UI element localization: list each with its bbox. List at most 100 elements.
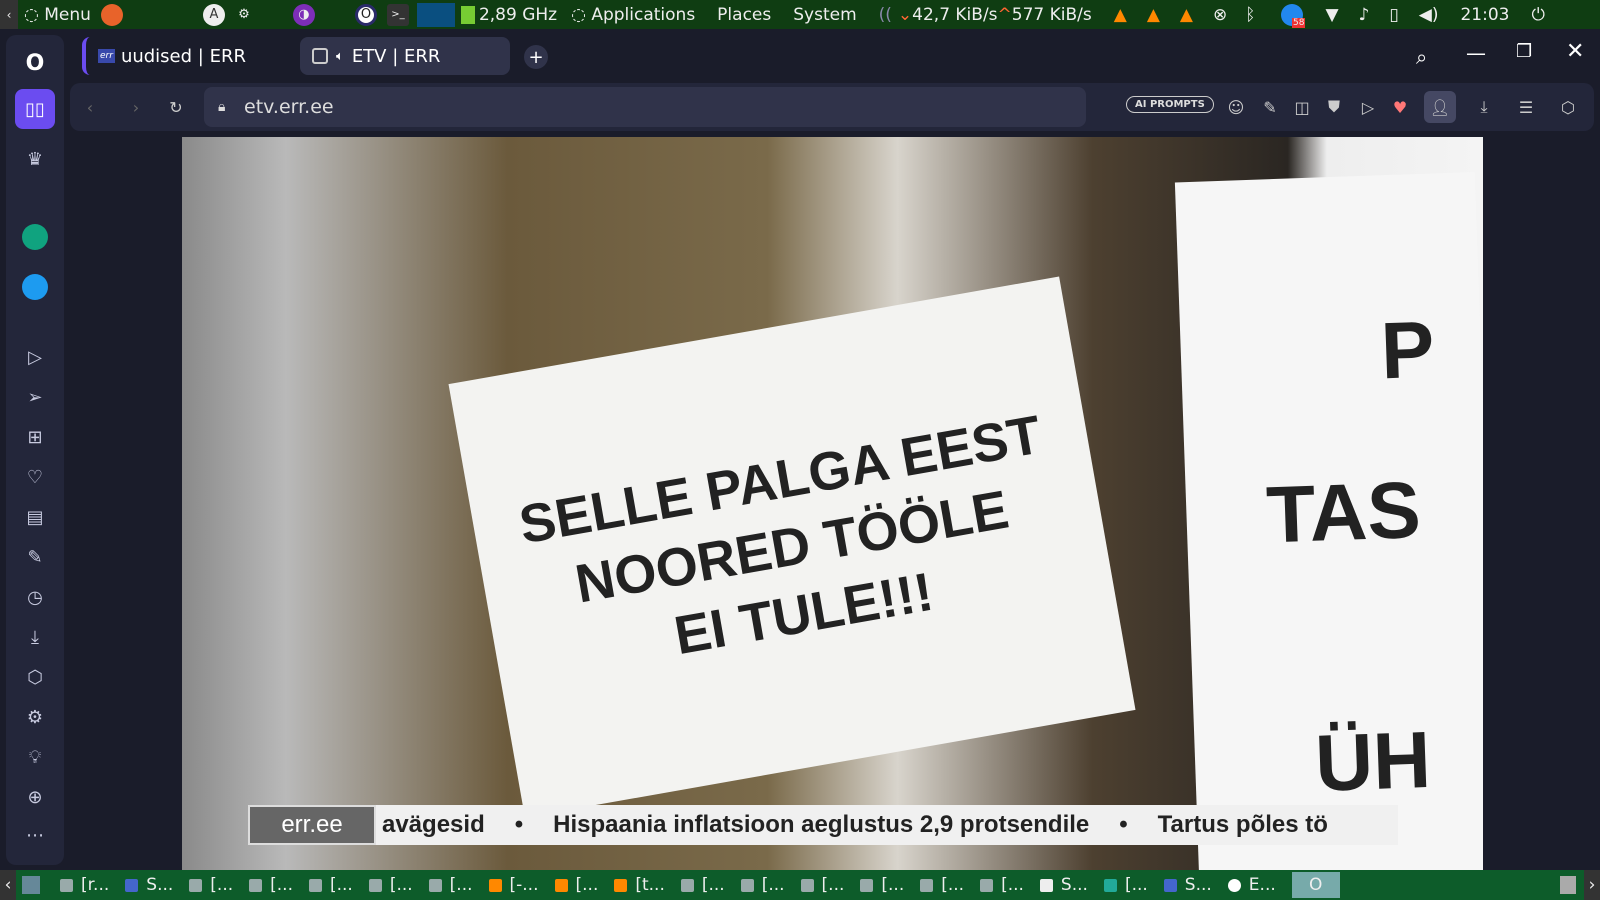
vpn-shield-icon[interactable]: ⛊: [1320, 93, 1348, 121]
menu-button[interactable]: ◌ Menu: [24, 5, 91, 25]
tips-icon[interactable]: 💡︎: [15, 737, 55, 777]
cpu-frequency[interactable]: 2,89 GHz: [479, 5, 557, 25]
show-desktop-icon[interactable]: [22, 876, 40, 894]
taskbar-item[interactable]: [...: [920, 875, 964, 895]
xmark-circle-icon[interactable]: ⊗: [1213, 5, 1227, 25]
snapshot-edit-icon[interactable]: ✎: [1256, 93, 1284, 121]
battery-icon[interactable]: ▯: [1389, 5, 1398, 25]
clock[interactable]: 21:03: [1460, 5, 1509, 25]
history-icon[interactable]: ◷: [15, 577, 55, 617]
places-menu[interactable]: Places: [717, 5, 771, 25]
download-icon[interactable]: ⤓: [1470, 93, 1498, 121]
player-icon[interactable]: ▷: [15, 337, 55, 377]
taskbar-item[interactable]: [...: [368, 875, 413, 895]
sign-text: TAS: [1264, 465, 1423, 560]
emoji-icon[interactable]: ☺: [1222, 93, 1250, 121]
taskbar-item[interactable]: [...: [860, 875, 904, 895]
taskbar-item-opera-active[interactable]: O: [1291, 872, 1340, 898]
downloads-icon[interactable]: ⤓: [15, 617, 55, 657]
add-panel-icon[interactable]: ⊕: [15, 777, 55, 817]
wifi-icon[interactable]: ▼: [1325, 5, 1338, 25]
taskbar-item[interactable]: [t...: [614, 875, 665, 895]
minimize-button[interactable]: —: [1466, 41, 1486, 65]
notification-app-icon[interactable]: 58: [1281, 3, 1306, 28]
up-arrow-icon: ^: [997, 4, 1012, 25]
taskbar-item[interactable]: [...: [800, 875, 844, 895]
opera-icon[interactable]: O: [354, 3, 377, 26]
taskbar-item[interactable]: [...: [980, 875, 1024, 895]
profile-icon[interactable]: 👤︎: [1424, 91, 1456, 123]
send-icon[interactable]: ▷: [1354, 93, 1382, 121]
speed-dial-icon[interactable]: ⊞: [15, 417, 55, 457]
close-button[interactable]: ✕: [1566, 39, 1584, 64]
extensions-cube-icon[interactable]: ⬡: [1554, 93, 1582, 121]
vlc-icon[interactable]: ▲: [1180, 5, 1193, 25]
twitter-icon[interactable]: [15, 267, 55, 307]
download-speed: 42,7 KiB/s: [912, 4, 998, 25]
taskbar-right-arrow[interactable]: ›: [1584, 870, 1600, 900]
ticker-item: Hispaania inflatsioon aeglustus 2,9 prot…: [553, 811, 1090, 838]
taskbar-label: S...: [1184, 875, 1212, 895]
taskbar-item[interactable]: [-...: [488, 875, 539, 895]
ai-prompts-button[interactable]: AI PROMPTS: [1126, 96, 1214, 113]
applications-menu[interactable]: ◌ Applications: [571, 5, 695, 25]
crown-icon[interactable]: ♛: [15, 139, 55, 179]
taskbar-item[interactable]: [...: [554, 875, 598, 895]
reload-button[interactable]: ↻: [162, 93, 190, 121]
power-icon[interactable]: ⏻: [1531, 5, 1544, 25]
taskbar-item[interactable]: S...: [1163, 875, 1212, 895]
camera-icon[interactable]: ◫: [1288, 93, 1316, 121]
restore-button[interactable]: ❐: [1516, 41, 1532, 62]
forward-button[interactable]: ›: [122, 93, 150, 121]
settings-gears-icon[interactable]: ⚙: [233, 4, 255, 26]
speaker-icon[interactable]: 🔈︎: [336, 49, 344, 64]
taskbar-item[interactable]: S...: [125, 875, 173, 895]
taskbar-label: S...: [1060, 875, 1088, 895]
taskbar-item[interactable]: S...: [1039, 875, 1088, 895]
taskbar-item[interactable]: [...: [1103, 875, 1148, 895]
workspace-icon[interactable]: ▯▯: [15, 89, 55, 129]
send-icon[interactable]: ➢: [15, 377, 55, 417]
taskbar-item[interactable]: [...: [740, 875, 785, 895]
firefox-icon[interactable]: [100, 3, 123, 26]
bluetooth-icon[interactable]: ᛒ: [1245, 5, 1255, 25]
wifi-signal-icon[interactable]: ((: [879, 5, 892, 25]
system-menu[interactable]: System: [793, 5, 856, 25]
taskbar-item[interactable]: [...: [189, 875, 233, 895]
trash-icon[interactable]: [1560, 876, 1576, 894]
heart-icon[interactable]: ♥: [1386, 93, 1414, 121]
vlc-icon[interactable]: ▲: [1147, 5, 1160, 25]
taskbar-item[interactable]: [...: [308, 875, 353, 895]
pinboard-icon[interactable]: ✎: [15, 537, 55, 577]
more-icon[interactable]: ⋯: [15, 815, 55, 855]
taskbar-item[interactable]: [...: [249, 875, 293, 895]
easy-setup-icon[interactable]: ☰: [1512, 93, 1540, 121]
terminal-icon[interactable]: >_: [386, 3, 409, 26]
video-player[interactable]: SELLE PALGA EEST NOORED TÖÖLE EI TULE!!!…: [182, 137, 1483, 870]
news-icon[interactable]: ▤: [15, 497, 55, 537]
settings-icon[interactable]: ⚙: [15, 697, 55, 737]
bell-icon[interactable]: ♪: [1359, 5, 1370, 25]
accessibility-icon[interactable]: A: [202, 3, 225, 26]
taskbar-item[interactable]: [...: [680, 875, 725, 895]
panel-left-arrow[interactable]: ‹: [0, 0, 18, 29]
tor-icon[interactable]: ◑: [292, 3, 315, 26]
taskbar-item[interactable]: E...: [1227, 875, 1276, 895]
tab-uudised[interactable]: err uudised | ERR: [82, 37, 292, 75]
url-field[interactable]: 🔒︎ etv.err.ee: [204, 87, 1086, 127]
chatgpt-icon[interactable]: [15, 217, 55, 257]
taskbar-item[interactable]: [...: [428, 875, 473, 895]
search-tabs-icon[interactable]: ⌕: [1416, 45, 1427, 69]
new-tab-button[interactable]: +: [524, 45, 548, 69]
extensions-icon[interactable]: ⬡: [15, 657, 55, 697]
heart-icon[interactable]: ♡: [15, 457, 55, 497]
opera-browser-window: O ▯▯ ♛ ▷ ➢ ⊞ ♡ ▤ ✎ ◷ ⤓ ⬡ ⚙ 💡︎ ⊕ ⋯ err uu…: [0, 29, 1600, 870]
taskbar-item[interactable]: [r...: [60, 875, 109, 895]
volume-icon[interactable]: ◀): [1419, 5, 1439, 25]
tab-etv[interactable]: 🔈︎ ETV | ERR: [300, 37, 510, 75]
vlc-icon[interactable]: ▲: [1114, 5, 1127, 25]
back-button[interactable]: ‹: [76, 93, 104, 121]
opera-menu-icon[interactable]: O: [15, 43, 55, 83]
lock-icon: 🔒︎: [218, 99, 226, 115]
taskbar-left-arrow[interactable]: ‹: [0, 870, 16, 900]
